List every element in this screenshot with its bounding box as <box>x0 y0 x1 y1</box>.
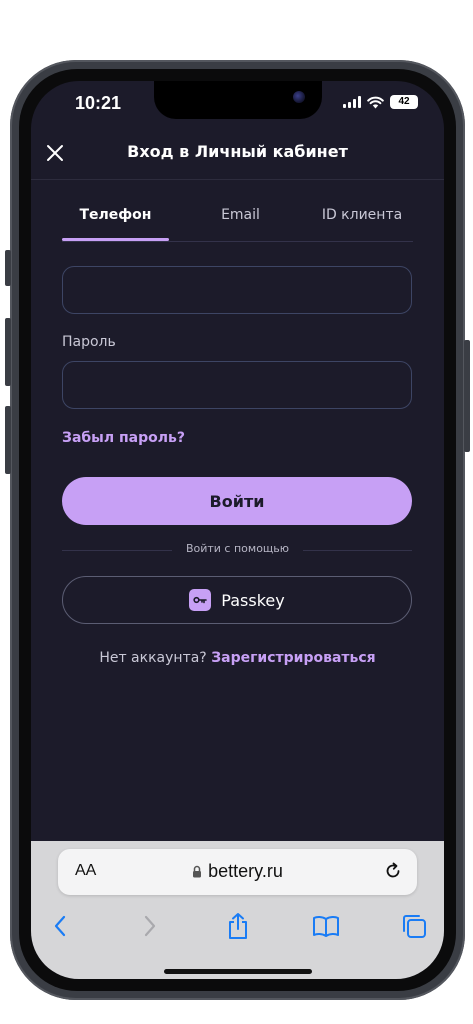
page-title: Вход в Личный кабинет <box>127 142 348 161</box>
status-indicators: 42 <box>343 95 418 109</box>
status-time: 10:21 <box>75 93 122 113</box>
signal-icon <box>343 96 361 108</box>
address-bar[interactable]: AA bettery.ru <box>58 849 417 895</box>
key-icon <box>189 589 212 611</box>
password-label: Пароль <box>62 334 116 350</box>
lock-icon <box>193 865 202 878</box>
phone-input[interactable] <box>62 266 412 314</box>
tab-phone[interactable]: Телефон <box>62 207 169 223</box>
share-icon <box>229 913 247 939</box>
divider-text: Войти с помощью <box>185 542 290 555</box>
tabs-icon <box>403 915 426 938</box>
active-tab-indicator <box>62 238 169 241</box>
side-button-volume-down <box>5 406 11 474</box>
tabs-button[interactable] <box>399 911 429 941</box>
forward-icon <box>144 915 156 937</box>
home-indicator <box>164 969 312 974</box>
front-camera <box>293 91 305 103</box>
url-text: bettery.ru <box>208 861 283 881</box>
wifi-icon <box>367 96 384 108</box>
register-prompt: Нет аккаунта? <box>99 650 207 666</box>
tab-client-id[interactable]: ID клиента <box>302 207 422 223</box>
forward-button[interactable] <box>135 911 165 941</box>
back-icon <box>54 915 66 937</box>
reload-icon <box>386 862 400 878</box>
reload-button[interactable] <box>383 861 403 885</box>
register-link[interactable]: Зарегистрироваться <box>211 650 375 666</box>
share-button[interactable] <box>223 911 253 941</box>
bookmarks-icon <box>313 915 339 937</box>
side-button-mute <box>5 250 11 286</box>
url-container: bettery.ru <box>58 861 417 882</box>
battery-icon: 42 <box>390 95 418 109</box>
login-button[interactable]: Войти <box>62 477 412 525</box>
browser-toolbar: AA bettery.ru <box>31 841 444 979</box>
divider-right <box>303 550 412 551</box>
modal-header: Вход в Личный кабинет <box>31 127 444 180</box>
phone-screen: 10:21 42 Вход в Личный кабинет Телефон E… <box>31 81 444 979</box>
login-method-tabs: Телефон Email ID клиента <box>62 201 413 242</box>
close-icon <box>47 145 63 161</box>
password-input[interactable] <box>62 361 412 409</box>
browser-nav-bar <box>31 907 444 947</box>
bookmarks-button[interactable] <box>311 911 341 941</box>
forgot-password-link[interactable]: Забыл пароль? <box>62 430 185 446</box>
tab-email[interactable]: Email <box>184 207 297 223</box>
passkey-label: Passkey <box>221 590 285 610</box>
close-button[interactable] <box>43 141 67 165</box>
side-button-volume-up <box>5 318 11 386</box>
register-row: Нет аккаунта? Зарегистрироваться <box>31 650 444 666</box>
back-button[interactable] <box>45 911 75 941</box>
side-button-power <box>464 340 470 452</box>
passkey-button[interactable]: Passkey <box>62 576 412 624</box>
notch <box>154 81 322 119</box>
